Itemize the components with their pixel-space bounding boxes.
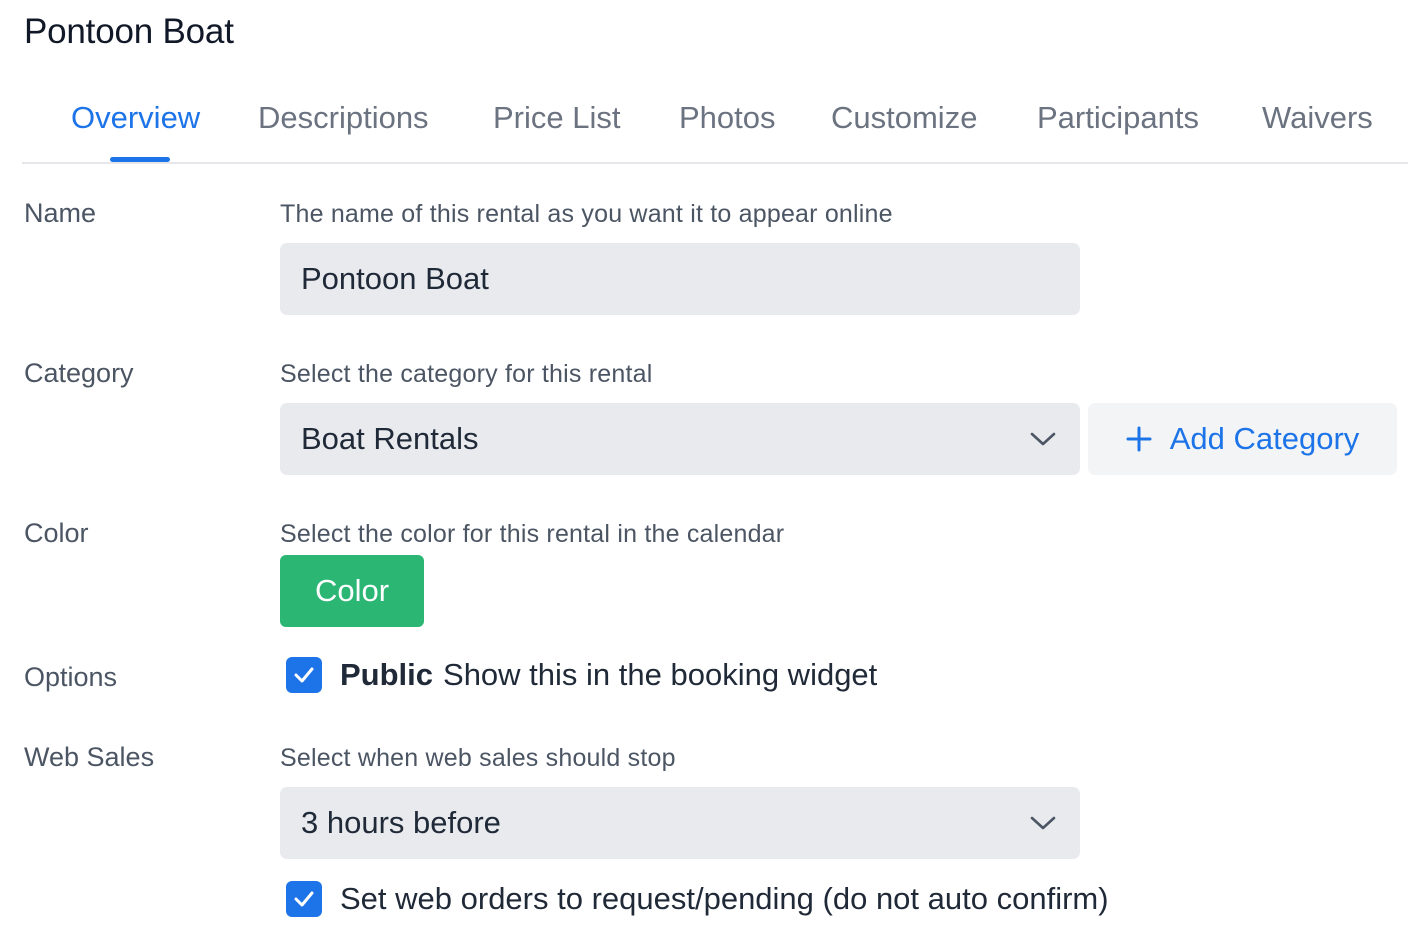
- tab-bar: Overview Descriptions Price List Photos …: [22, 86, 1408, 164]
- color-picker-button[interactable]: Color: [280, 555, 424, 627]
- public-option: Public Show this in the booking widget: [286, 657, 877, 693]
- pending-option-text: Set web orders to request/pending (do no…: [340, 881, 1109, 916]
- checkmark-icon: [294, 667, 314, 683]
- tab-waivers[interactable]: Waivers: [1262, 100, 1373, 136]
- rental-editor: Pontoon Boat Overview Descriptions Price…: [0, 0, 1408, 952]
- add-category-button[interactable]: Add Category: [1088, 403, 1397, 475]
- tab-customize[interactable]: Customize: [831, 100, 977, 136]
- chevron-down-icon: [1006, 787, 1080, 859]
- category-help-text: Select the category for this rental: [280, 360, 653, 388]
- name-label: Name: [24, 198, 97, 228]
- category-select[interactable]: Boat Rentals: [280, 403, 1080, 475]
- active-tab-indicator: [110, 157, 170, 162]
- web-sales-label: Web Sales: [24, 742, 155, 772]
- name-help-text: The name of this rental as you want it t…: [280, 200, 893, 228]
- page-title: Pontoon Boat: [24, 12, 234, 51]
- public-checkbox[interactable]: [286, 657, 322, 693]
- category-label: Category: [24, 358, 134, 388]
- public-option-text: Show this in the booking widget: [443, 657, 878, 692]
- web-sales-select[interactable]: 3 hours before: [280, 787, 1080, 859]
- pending-checkbox[interactable]: [286, 881, 322, 917]
- tab-price-list[interactable]: Price List: [493, 100, 620, 136]
- plus-icon: [1126, 426, 1152, 452]
- add-category-label: Add Category: [1169, 421, 1360, 456]
- public-option-title: Public: [340, 657, 434, 692]
- options-label: Options: [24, 662, 118, 692]
- color-label: Color: [24, 518, 89, 548]
- color-help-text: Select the color for this rental in the …: [280, 520, 785, 548]
- web-sales-help-text: Select when web sales should stop: [280, 744, 676, 772]
- chevron-down-icon: [1006, 403, 1080, 475]
- web-sales-select-value: 3 hours before: [301, 805, 501, 840]
- category-select-value: Boat Rentals: [301, 421, 479, 456]
- pending-option: Set web orders to request/pending (do no…: [286, 881, 1109, 917]
- name-input[interactable]: Pontoon Boat: [280, 243, 1080, 315]
- tab-photos[interactable]: Photos: [679, 100, 776, 136]
- checkmark-icon: [294, 891, 314, 907]
- tab-participants[interactable]: Participants: [1037, 100, 1199, 136]
- tab-descriptions[interactable]: Descriptions: [258, 100, 429, 136]
- name-input-value: Pontoon Boat: [301, 261, 489, 296]
- tab-overview[interactable]: Overview: [71, 100, 200, 136]
